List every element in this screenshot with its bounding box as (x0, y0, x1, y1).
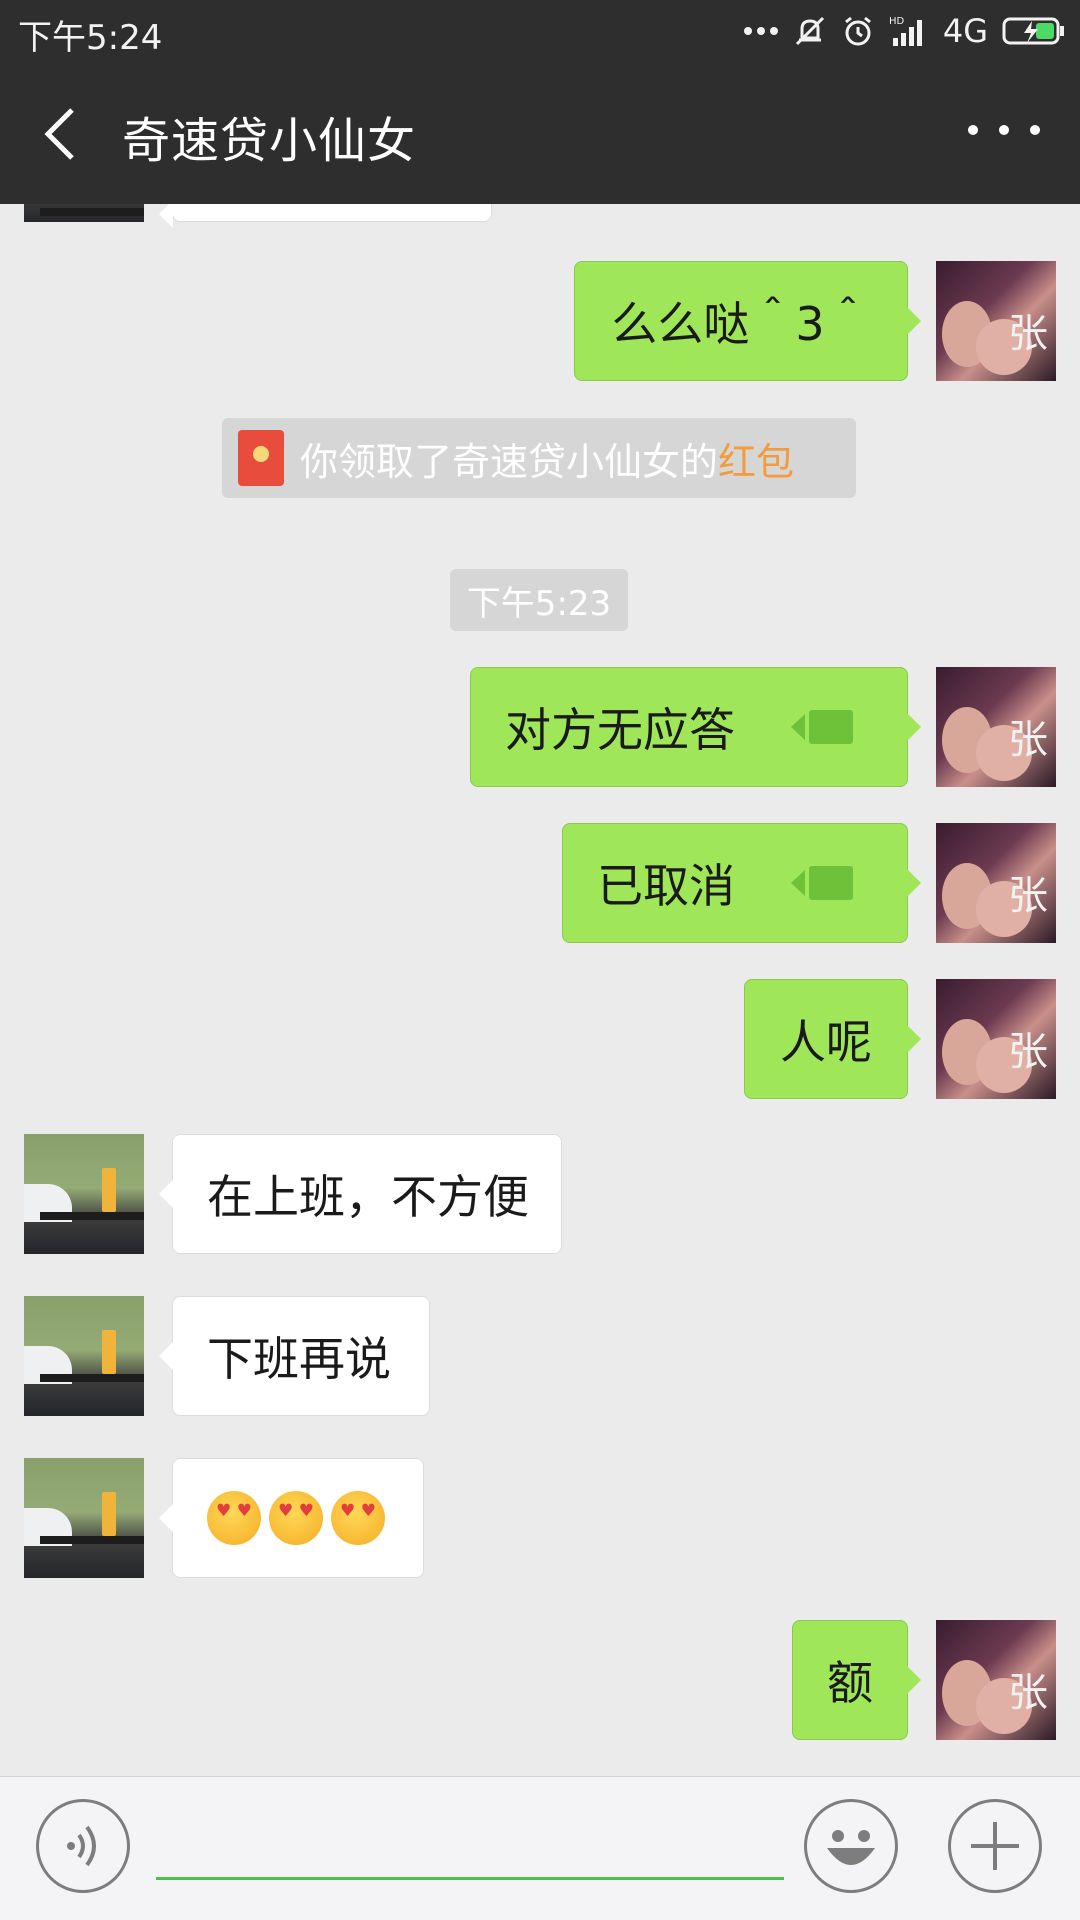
message-bubble-outgoing[interactable]: 额 (792, 1620, 921, 1740)
message-bubble-outgoing[interactable]: 对方无应答 (470, 667, 921, 787)
my-avatar[interactable]: 张 (936, 667, 1056, 787)
contact-avatar[interactable] (24, 204, 144, 222)
message-list[interactable]: 么么哒＾3＾ 张 你领取了奇速贷小仙女的 红包 下午5:23 对方无应答 张 已取… (0, 204, 1080, 1776)
previous-message-bubble[interactable] (159, 204, 492, 228)
video-call-icon (791, 866, 853, 900)
voice-icon (67, 1825, 96, 1867)
message-bubble-incoming[interactable] (159, 1458, 424, 1578)
red-packet-notice: 你领取了奇速贷小仙女的 红包 (222, 418, 856, 498)
message-text: 下班再说 (207, 1332, 391, 1386)
contact-avatar[interactable] (24, 1458, 144, 1578)
contact-avatar[interactable] (24, 1134, 144, 1254)
heart-eyes-emoji (331, 1491, 385, 1545)
message-bubble-outgoing[interactable]: 人呢 (744, 979, 921, 1099)
contact-avatar[interactable] (24, 1296, 144, 1416)
input-bar (0, 1776, 1080, 1920)
status-time: 下午5:24 (18, 18, 163, 58)
message-bubble-incoming[interactable]: 在上班，不方便 (159, 1134, 562, 1254)
hd-signal-icon: HD (889, 16, 922, 46)
my-avatar[interactable]: 张 (936, 261, 1056, 381)
red-packet-icon (238, 430, 284, 486)
mute-icon (795, 16, 824, 46)
chat-header: 奇速贷小仙女 (0, 64, 1080, 204)
heart-eyes-emoji (269, 1491, 323, 1545)
message-text: 么么哒＾3＾ (611, 297, 871, 351)
message-text: 在上班，不方便 (207, 1170, 529, 1224)
chevron-left-icon[interactable] (36, 102, 86, 166)
message-bubble-incoming[interactable]: 下班再说 (159, 1296, 430, 1416)
battery-charging-icon (1002, 17, 1064, 45)
message-bubble-outgoing[interactable]: 么么哒＾3＾ (574, 261, 921, 381)
message-input[interactable] (156, 1807, 784, 1880)
my-avatar[interactable]: 张 (936, 823, 1056, 943)
red-packet-text: 你领取了奇速贷小仙女的 (300, 439, 719, 484)
plus-icon (971, 1822, 1019, 1870)
video-call-icon (791, 710, 853, 744)
red-packet-link[interactable]: 红包 (718, 431, 794, 486)
more-horizontal-icon[interactable] (968, 110, 1040, 150)
my-avatar[interactable]: 张 (936, 1620, 1056, 1740)
network-type: 4G (942, 12, 988, 50)
message-bubble-outgoing[interactable]: 已取消 (562, 823, 921, 943)
voice-button[interactable] (36, 1799, 130, 1893)
heart-eyes-emoji (207, 1491, 261, 1545)
chat-title: 奇速贷小仙女 (122, 113, 417, 169)
more-dots-icon (743, 27, 778, 35)
message-text: 已取消 (597, 859, 735, 913)
svg-text:HD: HD (889, 16, 905, 27)
status-bar: 下午5:24 HD 4G (0, 0, 1080, 64)
plus-button[interactable] (948, 1799, 1042, 1893)
smiley-icon (827, 1830, 875, 1865)
message-text: 对方无应答 (505, 703, 735, 757)
emoji-button[interactable] (804, 1799, 898, 1893)
message-timestamp: 下午5:23 (450, 569, 628, 631)
my-avatar[interactable]: 张 (936, 979, 1056, 1099)
message-text: 人呢 (780, 1015, 872, 1069)
message-text: 额 (827, 1656, 873, 1710)
status-icons: HD 4G (743, 8, 1066, 54)
alarm-icon (844, 16, 871, 46)
emoji-row (207, 1491, 385, 1545)
